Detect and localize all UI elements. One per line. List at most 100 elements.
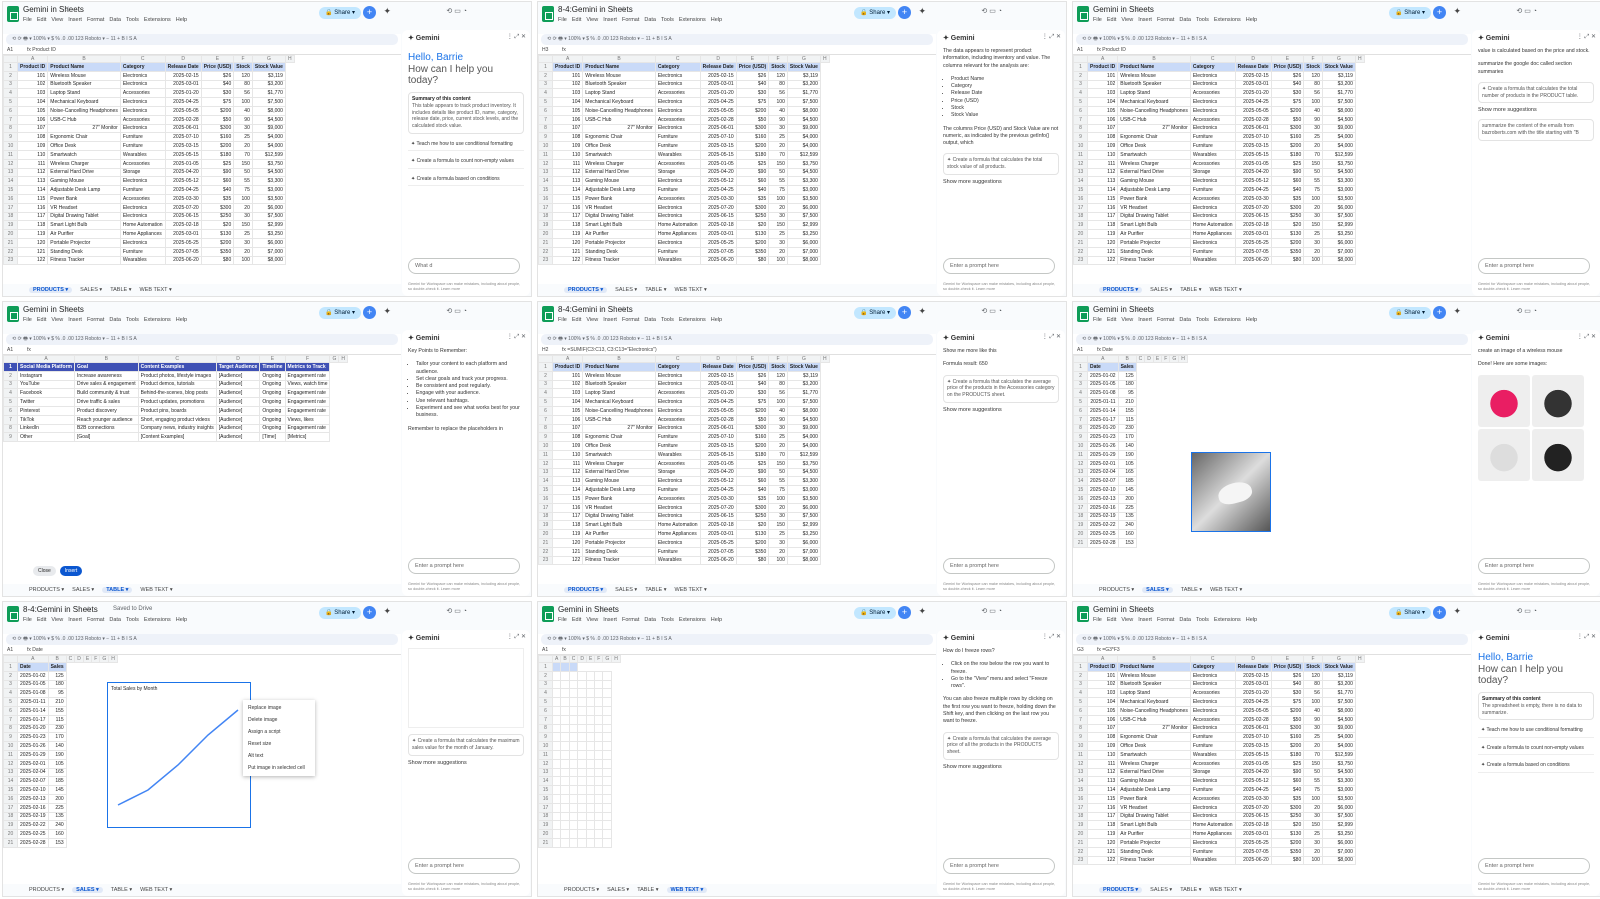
cell[interactable]: 112 (1086, 167, 1119, 178)
cell[interactable]: USB-C Hub (582, 114, 656, 125)
row-number[interactable]: 14 (538, 176, 553, 187)
cell[interactable]: $250 (735, 511, 770, 522)
cell[interactable]: Mechanical Keyboard (1117, 97, 1191, 107)
cell[interactable]: 2025-02-13 (1087, 493, 1119, 504)
cell[interactable]: 2025-01-20 (1234, 88, 1272, 99)
cell[interactable]: Accessories (1189, 793, 1236, 804)
thumbnail[interactable] (1478, 374, 1530, 427)
cell[interactable]: $80 (735, 255, 770, 266)
cell[interactable]: $50 (735, 414, 770, 425)
cell[interactable] (551, 670, 562, 681)
cell[interactable]: 55 (1303, 176, 1323, 187)
cell[interactable]: $3,200 (786, 79, 821, 90)
cell[interactable] (594, 785, 604, 795)
cell[interactable]: USB-C Hub (47, 114, 121, 125)
cell[interactable]: Electronics (119, 237, 166, 248)
row-number[interactable]: 19 (538, 820, 553, 831)
cell[interactable]: 2025-05-15 (164, 149, 202, 160)
cell[interactable]: 113 (551, 176, 584, 187)
column-letter[interactable]: H (819, 55, 830, 63)
cell[interactable] (568, 679, 579, 690)
cell[interactable]: $26 (200, 70, 235, 81)
cell[interactable]: $35 (200, 193, 235, 204)
menu-item-insert[interactable]: Insert (1138, 617, 1152, 623)
cell[interactable]: 103 (551, 388, 584, 399)
cell[interactable]: 2025-02-28 (164, 114, 202, 125)
cell[interactable]: Behind-the-scenes, blog posts (137, 388, 217, 399)
cell[interactable]: $180 (1270, 149, 1305, 160)
sheet-tab-products[interactable]: PRODUCTS ▾ (1099, 587, 1134, 593)
row-number[interactable]: 1 (538, 362, 553, 372)
row-number[interactable]: 9 (538, 132, 553, 143)
cell[interactable]: Laptop Stand (1117, 688, 1191, 699)
cell[interactable]: Reach younger audience (73, 414, 139, 425)
cell[interactable]: $90 (1270, 767, 1305, 778)
column-letter[interactable]: H (338, 355, 348, 363)
cell[interactable]: 2025-02-25 (1087, 529, 1119, 539)
cell[interactable]: $40 (1270, 679, 1305, 690)
cell[interactable]: $3,250 (1321, 829, 1356, 839)
cell[interactable] (551, 811, 562, 822)
cell[interactable]: $200 (1270, 705, 1305, 716)
cell[interactable]: 118 (551, 520, 584, 531)
cell[interactable]: 50 (768, 467, 788, 478)
cell[interactable]: 230 (1117, 423, 1137, 434)
cell[interactable]: $4,500 (1321, 767, 1356, 778)
cell[interactable] (568, 767, 579, 778)
cell[interactable] (551, 785, 562, 795)
cell[interactable]: 230 (47, 723, 67, 734)
row-number[interactable]: 4 (3, 88, 18, 99)
cell[interactable]: 100 (1303, 855, 1323, 866)
cell[interactable]: 40 (768, 105, 788, 116)
sheets-logo-icon[interactable] (542, 6, 554, 22)
cell[interactable]: 2025-01-14 (1087, 405, 1119, 416)
cell[interactable]: Electronics (654, 211, 701, 222)
cell[interactable]: $90 (1270, 167, 1305, 178)
row-number[interactable]: 16 (1073, 493, 1088, 504)
query-card[interactable]: summarize the content of the emails from… (1478, 119, 1594, 141)
cell[interactable]: 104 (551, 97, 584, 107)
cell[interactable]: 27" Monitor (582, 423, 656, 434)
sheets-logo-icon[interactable] (7, 606, 19, 622)
menu-item-extensions[interactable]: Extensions (144, 317, 171, 323)
cell[interactable] (568, 837, 579, 848)
cell[interactable]: 113 (551, 476, 584, 487)
header-cell[interactable]: Product ID (551, 362, 584, 372)
header-cell[interactable]: Stock (768, 62, 788, 72)
row-number[interactable]: 23 (3, 255, 18, 266)
cell[interactable]: 2025-01-26 (17, 741, 49, 751)
row-number[interactable]: 18 (538, 811, 553, 822)
cell[interactable]: Build community & trust (73, 388, 139, 399)
cell[interactable]: $25 (1270, 158, 1305, 169)
cell[interactable]: 122 (1086, 255, 1119, 266)
row-number[interactable]: 21 (1073, 537, 1088, 548)
cell[interactable]: $8,000 (786, 405, 821, 416)
menu-item-data[interactable]: Data (644, 17, 656, 23)
cell[interactable]: 20 (1303, 202, 1323, 213)
cell[interactable] (594, 670, 604, 681)
document-title[interactable]: Gemini in Sheets (23, 305, 84, 314)
cell[interactable]: $75 (735, 97, 770, 107)
cell[interactable]: 104 (16, 97, 49, 107)
cell[interactable]: 150 (1303, 220, 1323, 231)
cell[interactable]: $3,750 (1321, 158, 1356, 169)
cell[interactable]: 2025-07-10 (699, 432, 737, 443)
cell[interactable]: 111 (16, 158, 49, 169)
cell[interactable]: Mechanical Keyboard (47, 97, 121, 107)
cell[interactable] (602, 705, 613, 716)
cell[interactable]: 153 (1117, 537, 1137, 548)
cell[interactable]: 27" Monitor (582, 123, 656, 134)
cell[interactable]: 30 (1303, 837, 1323, 848)
show-more-link[interactable]: Show more suggestions (408, 760, 524, 766)
name-box[interactable]: H2 (542, 347, 562, 353)
cell[interactable]: $300 (1270, 202, 1305, 213)
star-icon[interactable]: ☆ (620, 5, 626, 13)
name-box[interactable]: G3 (1077, 647, 1097, 653)
cell[interactable]: Gaming Mouse (582, 476, 656, 487)
row-number[interactable]: 11 (3, 749, 18, 760)
row-number[interactable]: 15 (538, 785, 553, 795)
row-number[interactable]: 3 (1073, 379, 1088, 390)
column-letter[interactable]: B (1117, 55, 1191, 63)
cell[interactable]: Furniture (1189, 732, 1236, 743)
column-letter[interactable] (1073, 655, 1088, 663)
